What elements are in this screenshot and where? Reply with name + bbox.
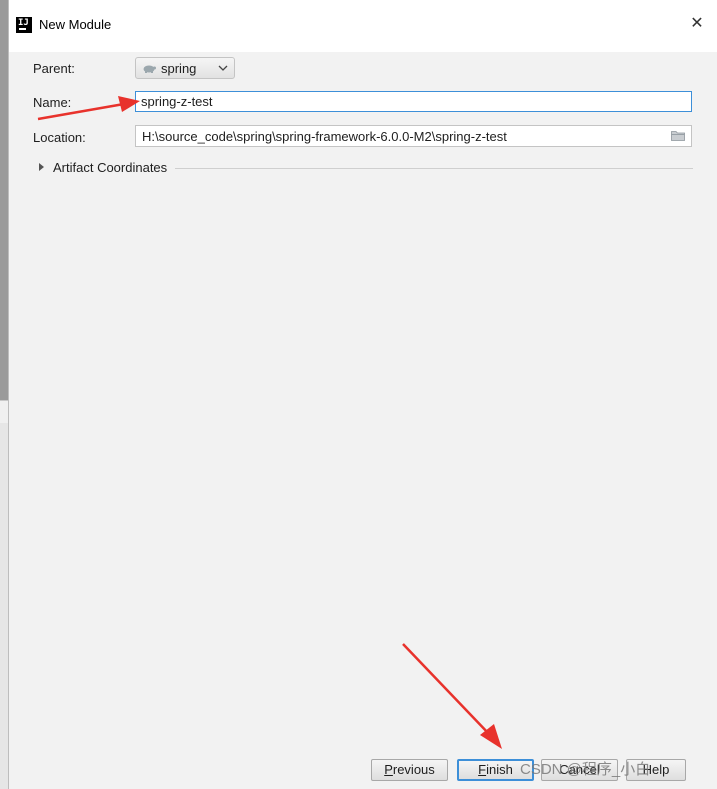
intellij-icon-bar [19, 28, 26, 30]
background-toolbar [0, 400, 8, 423]
close-button[interactable]: ✕ [687, 14, 707, 34]
name-input[interactable]: spring-z-test [135, 91, 692, 112]
background-panel [0, 0, 8, 400]
dialog-title: New Module [39, 17, 112, 32]
intellij-icon: IJ [16, 17, 32, 33]
close-icon: ✕ [690, 15, 704, 32]
artifact-coordinates-toggle[interactable]: Artifact Coordinates [37, 159, 693, 177]
previous-mnemonic: P [384, 762, 393, 777]
csdn-watermark: CSDN @程序_小白 [520, 761, 651, 778]
parent-selected-value: spring [161, 61, 197, 76]
new-module-dialog: IJ New Module ✕ Parent: spring Name: spr… [8, 0, 717, 789]
maven-module-icon [143, 65, 156, 73]
artifact-coordinates-label: Artifact Coordinates [53, 160, 168, 175]
location-label: Location: [33, 130, 86, 145]
finish-label: inish [486, 762, 513, 777]
intellij-icon-text: IJ [18, 18, 29, 28]
parent-dropdown[interactable]: spring [135, 57, 235, 79]
location-input[interactable]: H:\source_code\spring\spring-framework-6… [135, 125, 692, 147]
finish-mnemonic: F [478, 762, 487, 777]
expand-triangle-icon [39, 163, 44, 171]
dialog-content: Parent: spring Name: spring-z-test Locat… [9, 52, 717, 789]
previous-label: revious [392, 762, 435, 777]
parent-label: Parent: [33, 61, 75, 76]
previous-button[interactable]: Previous [371, 759, 448, 781]
section-divider [175, 168, 693, 169]
chevron-down-icon [218, 65, 228, 71]
title-bar: IJ New Module ✕ [9, 0, 717, 52]
location-value: H:\source_code\spring\spring-framework-6… [142, 129, 507, 144]
folder-icon[interactable] [671, 130, 685, 141]
name-label: Name: [33, 95, 72, 110]
